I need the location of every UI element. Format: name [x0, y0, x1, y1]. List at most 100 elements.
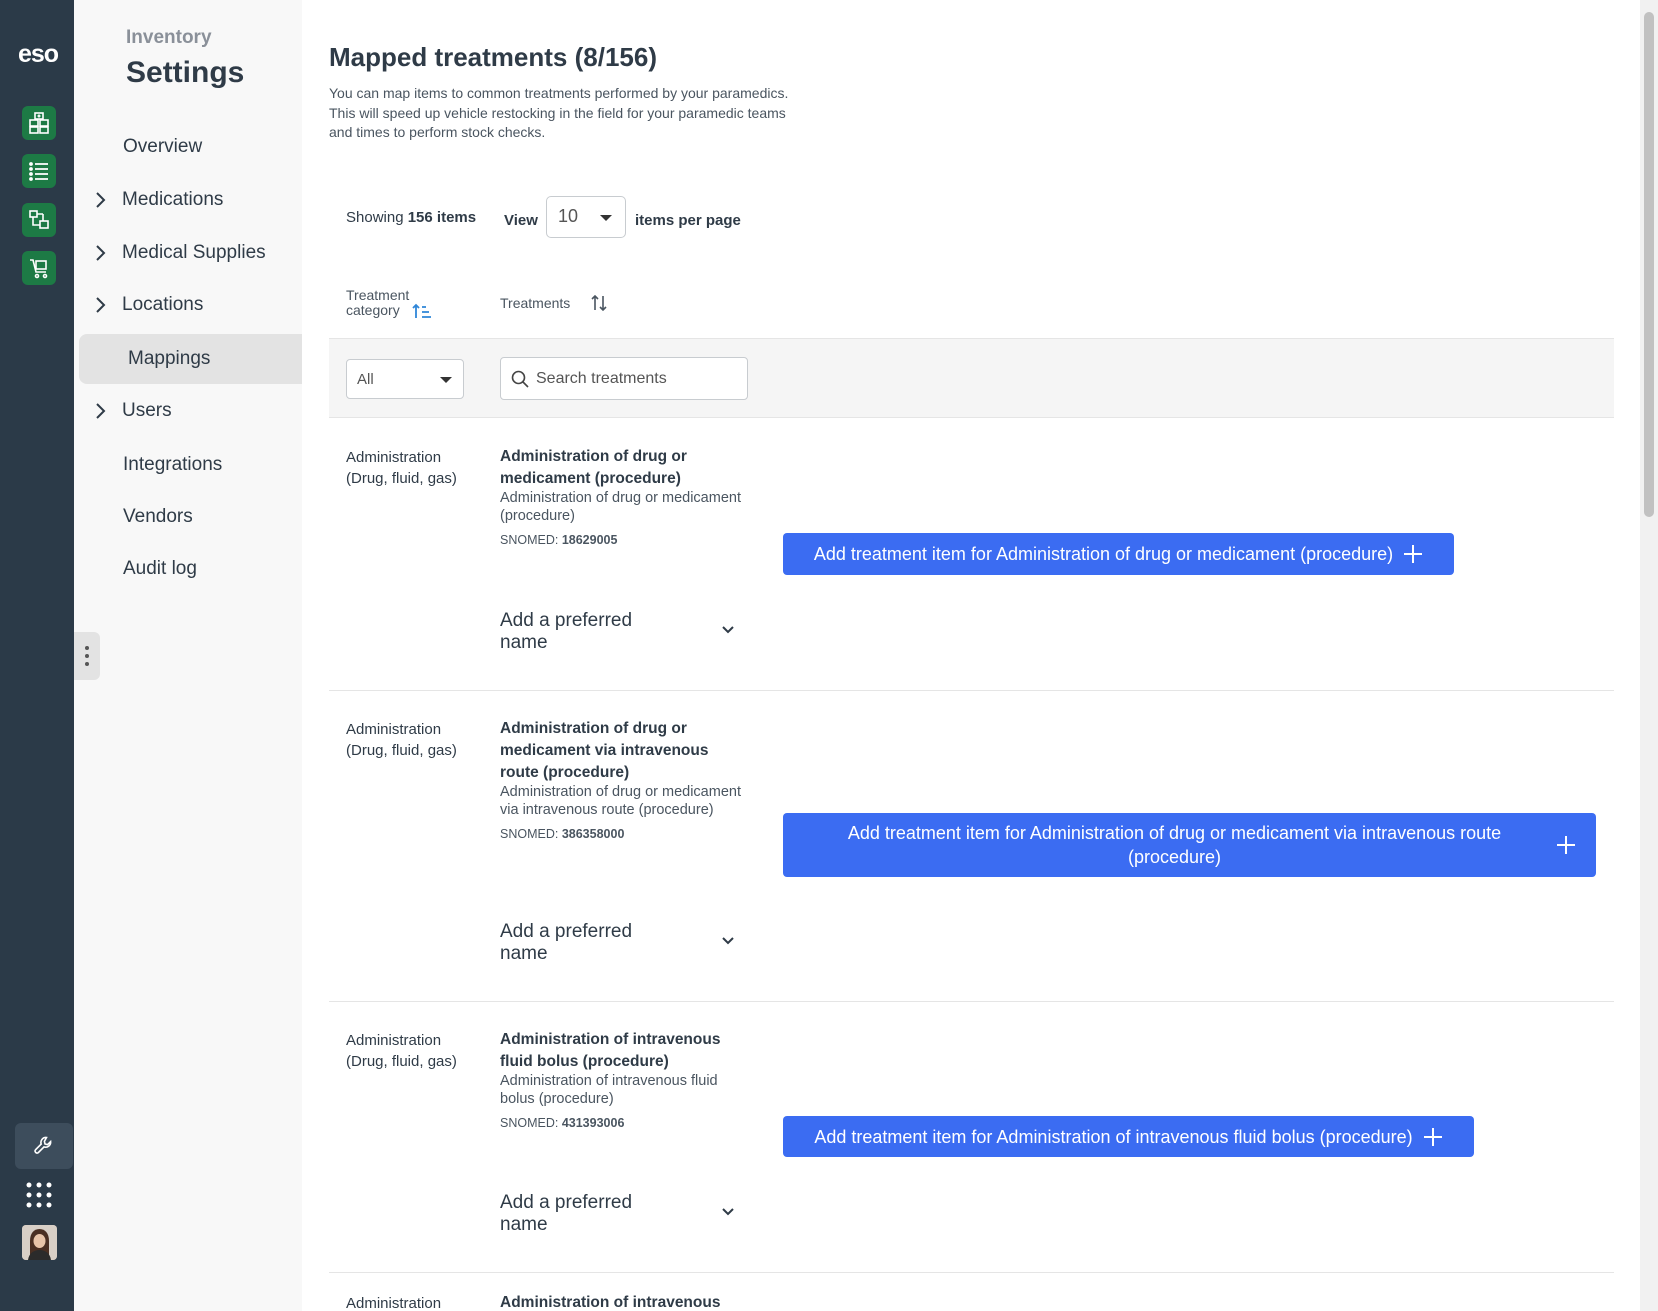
nav-item-label: Medications — [122, 189, 224, 210]
wrench-icon[interactable] — [15, 1123, 73, 1169]
preferred-name-label: Add a preferred name — [500, 921, 633, 964]
nav-subtitle: Inventory — [126, 27, 212, 48]
user-avatar[interactable] — [22, 1225, 57, 1260]
nav-item-medications[interactable]: Medications — [74, 175, 302, 225]
more-vertical-icon — [85, 646, 89, 666]
treatment-category: Administration — [346, 1295, 442, 1311]
plus-icon — [1423, 1127, 1442, 1146]
snomed-label: SNOMED: — [500, 1116, 559, 1130]
apps-grid-icon[interactable] — [26, 1182, 52, 1208]
snomed-code: SNOMED: 386358000 — [500, 823, 750, 845]
nav-item-vendors[interactable]: Vendors — [74, 492, 302, 542]
table-row: Administration (Drug, fluid, gas) Admini… — [329, 691, 1614, 1002]
preferred-name-toggle[interactable]: Add a preferred name — [500, 1192, 735, 1236]
treatment-name: Administration of drug or medicament (pr… — [500, 448, 687, 487]
cart-icon[interactable] — [22, 251, 56, 285]
nav-item-label: Audit log — [123, 558, 197, 579]
treatment-category: Administration (Drug, fluid, gas) — [346, 1032, 457, 1070]
search-field[interactable] — [500, 357, 748, 400]
add-treatment-item-label: Add treatment item for Administration of… — [814, 1126, 1413, 1147]
snomed-code: SNOMED: 431393006 — [500, 1112, 750, 1134]
sort-icon[interactable] — [590, 293, 608, 313]
showing-prefix: Showing — [346, 208, 404, 226]
chevron-right-icon — [96, 245, 106, 261]
table-row: Administration (Drug, fluid, gas) Admini… — [329, 1002, 1614, 1273]
list-icon[interactable] — [22, 154, 56, 188]
snomed-code: SNOMED: 18629005 — [500, 529, 750, 551]
column-header-treatments[interactable]: Treatments — [500, 294, 607, 312]
table-row: Administration (Drug, fluid, gas) Admini… — [329, 419, 1614, 691]
nav-item-audit-log[interactable]: Audit log — [74, 544, 302, 594]
treatment-category: Administration (Drug, fluid, gas) — [346, 721, 457, 759]
treatment-name: Administration of drug or medicament via… — [500, 720, 709, 781]
column-header-category[interactable]: Treatment category — [346, 287, 431, 318]
table-row: Administration Administration of intrave… — [329, 1273, 1614, 1311]
sort-ascending-icon[interactable] — [412, 302, 432, 320]
preferred-name-label: Add a preferred name — [500, 610, 633, 653]
treatment-name: Administration of intravenous — [500, 1294, 721, 1311]
nav-item-mappings[interactable]: Mappings — [79, 334, 302, 384]
plus-icon — [1557, 836, 1575, 854]
nav-item-label: Overview — [123, 136, 203, 157]
category-filter-select[interactable]: All — [346, 359, 464, 399]
treatment-cell: Administration of drug or medicament (pr… — [500, 446, 750, 551]
column-header-label: Treatment category — [346, 287, 410, 318]
add-treatment-item-label: Add treatment item for Administration of… — [813, 544, 1394, 564]
column-header-label: Treatments — [500, 295, 571, 311]
treatment-cell: Administration of intravenous fluid bolu… — [500, 1029, 750, 1134]
view-label: View — [504, 212, 538, 229]
treatment-description: Administration of intravenous fluid bolu… — [500, 1073, 718, 1107]
treatment-name: Administration of intravenous fluid bolu… — [500, 1031, 721, 1070]
treatment-description: Administration of drug or medicament (pr… — [500, 490, 741, 524]
add-treatment-item-label: Add treatment item for Administration of… — [847, 823, 1502, 867]
nav-item-label: Medical Supplies — [122, 242, 266, 263]
nav-item-label: Vendors — [123, 506, 193, 527]
page-scrollbar[interactable] — [1640, 0, 1658, 1311]
nav-item-label: Integrations — [123, 454, 223, 475]
scrollbar-thumb[interactable] — [1644, 12, 1654, 517]
collapse-handle[interactable] — [74, 632, 100, 680]
nav-item-locations[interactable]: Locations — [74, 280, 302, 330]
add-treatment-item-button[interactable]: Add treatment item for Administration of… — [783, 533, 1454, 575]
chevron-down-icon — [722, 1208, 734, 1216]
chevron-right-icon — [96, 403, 106, 419]
items-per-page-label: items per page — [635, 212, 741, 229]
nav-item-label: Mappings — [128, 348, 211, 369]
nav-item-label: Users — [122, 400, 172, 421]
plus-icon — [1404, 545, 1423, 563]
treatment-category: Administration (Drug, fluid, gas) — [346, 449, 457, 487]
chevron-down-icon — [722, 937, 734, 945]
search-input[interactable] — [536, 368, 736, 390]
nav-item-overview[interactable]: Overview — [74, 122, 302, 172]
page-title: Mapped treatments (8/156) — [329, 42, 657, 72]
preferred-name-toggle[interactable]: Add a preferred name — [500, 610, 735, 654]
caret-down-icon — [600, 215, 612, 221]
snomed-value: 18629005 — [561, 533, 618, 547]
filter-row: All — [329, 338, 1614, 418]
caret-down-icon — [440, 377, 452, 383]
nav-item-integrations[interactable]: Integrations — [74, 440, 302, 490]
nav-panel: Inventory Settings Overview Medications … — [74, 0, 302, 597]
chevron-right-icon — [96, 192, 106, 208]
nav-item-medical-supplies[interactable]: Medical Supplies — [74, 228, 302, 278]
settings-nav: Inventory Settings Overview Medications … — [74, 0, 302, 1311]
nav-title: Settings — [126, 56, 245, 89]
category-filter-value: All — [357, 371, 374, 388]
nav-item-users[interactable]: Users — [74, 386, 302, 436]
inventory-grid-icon[interactable] — [22, 106, 56, 140]
add-treatment-item-button[interactable]: Add treatment item for Administration of… — [783, 813, 1596, 877]
preferred-name-toggle[interactable]: Add a preferred name — [500, 921, 735, 965]
eso-logo: eso — [17, 40, 59, 68]
treatment-cell: Administration of drug or medicament via… — [500, 718, 750, 845]
add-treatment-item-button[interactable]: Add treatment item for Administration of… — [783, 1116, 1474, 1157]
snomed-value: 386358000 — [561, 827, 625, 841]
snomed-value: 431393006 — [561, 1116, 625, 1130]
treatment-description: Administration of drug or medicament via… — [500, 784, 741, 818]
mapping-icon[interactable] — [22, 203, 56, 237]
items-per-page-select[interactable]: 10 — [546, 196, 626, 238]
chevron-right-icon — [96, 297, 106, 313]
app-rail: eso — [0, 0, 74, 1311]
search-icon — [511, 370, 529, 388]
page-description: You can map items to common treatments p… — [329, 85, 789, 140]
snomed-label: SNOMED: — [500, 533, 559, 547]
